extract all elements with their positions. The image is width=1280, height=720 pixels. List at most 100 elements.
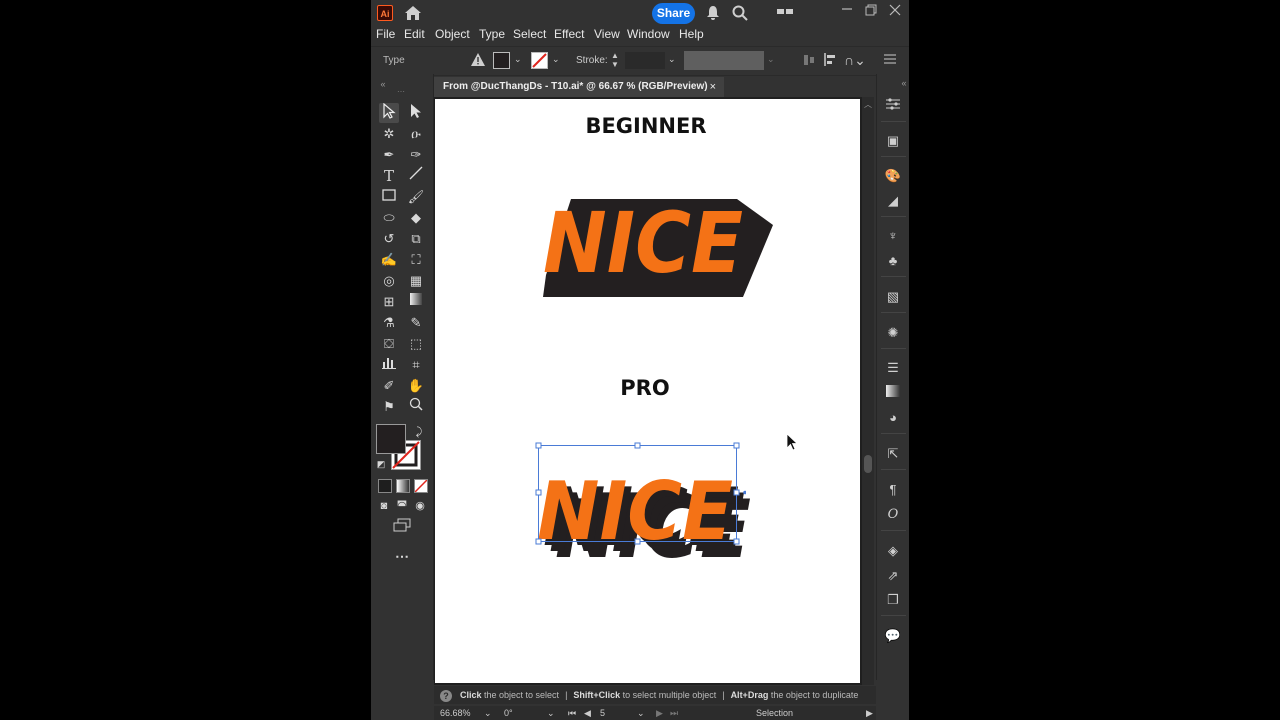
stroke-weight-field[interactable]	[625, 52, 665, 69]
rotate-tool-icon[interactable]: ↺	[379, 229, 399, 249]
gradient-mode-icon[interactable]	[396, 479, 410, 493]
magnet-icon[interactable]: ∩⌄	[844, 52, 866, 69]
color-guide-icon[interactable]: ◢	[884, 192, 902, 210]
beginner-nice-artwork[interactable]: NICE	[543, 195, 775, 305]
scroll-up-icon[interactable]: ︿	[864, 99, 872, 110]
eyedropper-blend-icon[interactable]: ⚗	[379, 313, 399, 333]
stroke-swatch[interactable]	[531, 52, 548, 69]
chevron-down-icon[interactable]: ⌄	[484, 706, 492, 720]
export-icon[interactable]: ⇗	[884, 567, 902, 585]
graph-tool-icon[interactable]	[379, 355, 399, 375]
none-mode-icon[interactable]	[414, 479, 428, 493]
home-icon[interactable]	[404, 5, 422, 24]
chevron-down-icon[interactable]: ⌄	[547, 706, 555, 720]
direct-selection-tool-icon[interactable]	[406, 103, 426, 123]
hand-tool-icon[interactable]: ✋	[406, 376, 426, 396]
graphic-styles-icon[interactable]: ▧	[884, 288, 902, 306]
shape-builder-tool-icon[interactable]: ◎	[379, 271, 399, 291]
menu-type[interactable]: Type	[479, 27, 505, 41]
menu-select[interactable]: Select	[513, 27, 546, 41]
menu-help[interactable]: Help	[679, 27, 704, 41]
previous-artboard-icon[interactable]: ◀	[584, 706, 591, 720]
libraries-icon[interactable]: ▣	[884, 132, 902, 150]
workspace-switcher-icon[interactable]	[777, 5, 793, 22]
close-tab-icon[interactable]: ×	[710, 77, 716, 97]
chevron-down-icon[interactable]: ⌄	[552, 54, 560, 65]
symbol-sprayer-icon[interactable]: ⚑	[379, 397, 399, 417]
artboard-number-field[interactable]: 5	[600, 706, 605, 720]
eraser-tool-icon[interactable]: ◆	[406, 208, 426, 228]
vertical-scrollbar[interactable]: ︿ ﹀	[862, 97, 874, 699]
free-transform-tool-icon[interactable]: ⛶	[406, 250, 426, 270]
fill-swatch[interactable]	[493, 52, 510, 69]
panel-menu-icon[interactable]	[884, 53, 896, 68]
stroke-stepper[interactable]: ▲ ▼	[611, 51, 619, 69]
draw-behind-icon[interactable]: ◚	[392, 496, 412, 516]
type-tool-icon[interactable]: T	[379, 166, 399, 186]
menu-file[interactable]: File	[376, 27, 395, 41]
selection-tool-icon[interactable]	[379, 102, 399, 123]
chevron-down-icon[interactable]: ⌄	[514, 54, 522, 65]
paragraph-icon[interactable]: ¶	[884, 481, 902, 499]
color-mode-icon[interactable]	[378, 479, 392, 493]
expand-panels-icon[interactable]: «	[895, 74, 909, 92]
symbols-icon[interactable]: ♣	[884, 252, 902, 270]
menu-edit[interactable]: Edit	[404, 27, 425, 41]
artboard[interactable]: BEGINNER NICE PRO NICE NICE NICE NICE	[435, 99, 860, 683]
status-menu-icon[interactable]: ▶	[866, 706, 873, 720]
artboard-tool-icon[interactable]: ⌗	[406, 355, 426, 375]
screen-mode-icon[interactable]	[392, 518, 412, 538]
brushes-icon[interactable]: ♆	[884, 227, 902, 245]
align-icon[interactable]	[803, 54, 815, 69]
distribute-icon[interactable]	[823, 53, 837, 69]
bell-icon[interactable]	[706, 5, 720, 24]
default-colors-icon[interactable]: ◩	[371, 454, 391, 474]
opentype-icon[interactable]: O	[884, 506, 902, 524]
draw-normal-icon[interactable]: ◙	[374, 496, 394, 516]
fill-color-swatch[interactable]	[376, 424, 406, 454]
menu-view[interactable]: View	[594, 27, 620, 41]
paintbrush-tool-icon[interactable]: 🖌	[406, 187, 426, 207]
minimize-icon[interactable]	[841, 3, 853, 19]
close-icon[interactable]	[889, 3, 901, 19]
shaper-tool-icon[interactable]: ⬭	[379, 208, 399, 228]
mesh-tool-icon[interactable]: ⊞	[379, 292, 399, 312]
warning-icon[interactable]	[471, 53, 485, 69]
help-icon[interactable]: ?	[440, 689, 452, 702]
maximize-icon[interactable]	[865, 3, 877, 19]
properties-icon[interactable]	[884, 97, 902, 115]
artboards-icon[interactable]: ❐	[884, 591, 902, 609]
beginner-heading[interactable]: BEGINNER	[435, 114, 857, 138]
comments-icon[interactable]: 💬	[884, 627, 902, 645]
stroke-panel-icon[interactable]: ☰	[884, 359, 902, 377]
lasso-tool-icon[interactable]: ዑ	[406, 124, 426, 144]
menu-effect[interactable]: Effect	[554, 27, 584, 41]
curvature-tool-icon[interactable]: ✑	[406, 145, 426, 165]
transparency-icon[interactable]: ◕	[884, 409, 902, 427]
zoom-field[interactable]: 66.68%	[440, 706, 471, 720]
eyedropper-tool-icon[interactable]: ✎	[406, 313, 426, 333]
collapse-arrows-icon[interactable]: «	[373, 74, 393, 94]
scale-tool-icon[interactable]: ⧉	[406, 229, 426, 249]
zoom-tool-icon[interactable]	[406, 397, 426, 417]
document-tab[interactable]: From @DucThangDs - T10.ai* @ 66.67 % (RG…	[434, 77, 724, 97]
warp-tool-icon[interactable]: ✍	[379, 250, 399, 270]
menu-object[interactable]: Object	[435, 27, 470, 41]
color-icon[interactable]: 🎨	[884, 167, 902, 185]
perspective-grid-tool-icon[interactable]: ▦	[406, 271, 426, 291]
edit-toolbar-icon[interactable]: ⋯	[392, 546, 412, 566]
search-icon[interactable]	[732, 5, 748, 24]
gradient-panel-icon[interactable]	[884, 384, 902, 402]
next-artboard-icon[interactable]: ▶	[656, 706, 663, 720]
asset-export-icon[interactable]: ⇱	[884, 445, 902, 463]
chevron-down-icon[interactable]: ⌄	[637, 706, 645, 720]
layers-icon[interactable]: ◈	[884, 542, 902, 560]
canvas[interactable]: BEGINNER NICE PRO NICE NICE NICE NICE	[434, 97, 874, 685]
menu-window[interactable]: Window	[627, 27, 670, 41]
rectangle-tool-icon[interactable]	[379, 187, 399, 207]
swap-colors-icon[interactable]: ⤸	[409, 422, 429, 442]
magic-wand-tool-icon[interactable]: ✲	[379, 124, 399, 144]
gradient-tool-icon[interactable]	[406, 292, 426, 312]
chevron-down-icon[interactable]: ⌄	[668, 54, 676, 65]
last-artboard-icon[interactable]: ⏭	[670, 706, 678, 720]
